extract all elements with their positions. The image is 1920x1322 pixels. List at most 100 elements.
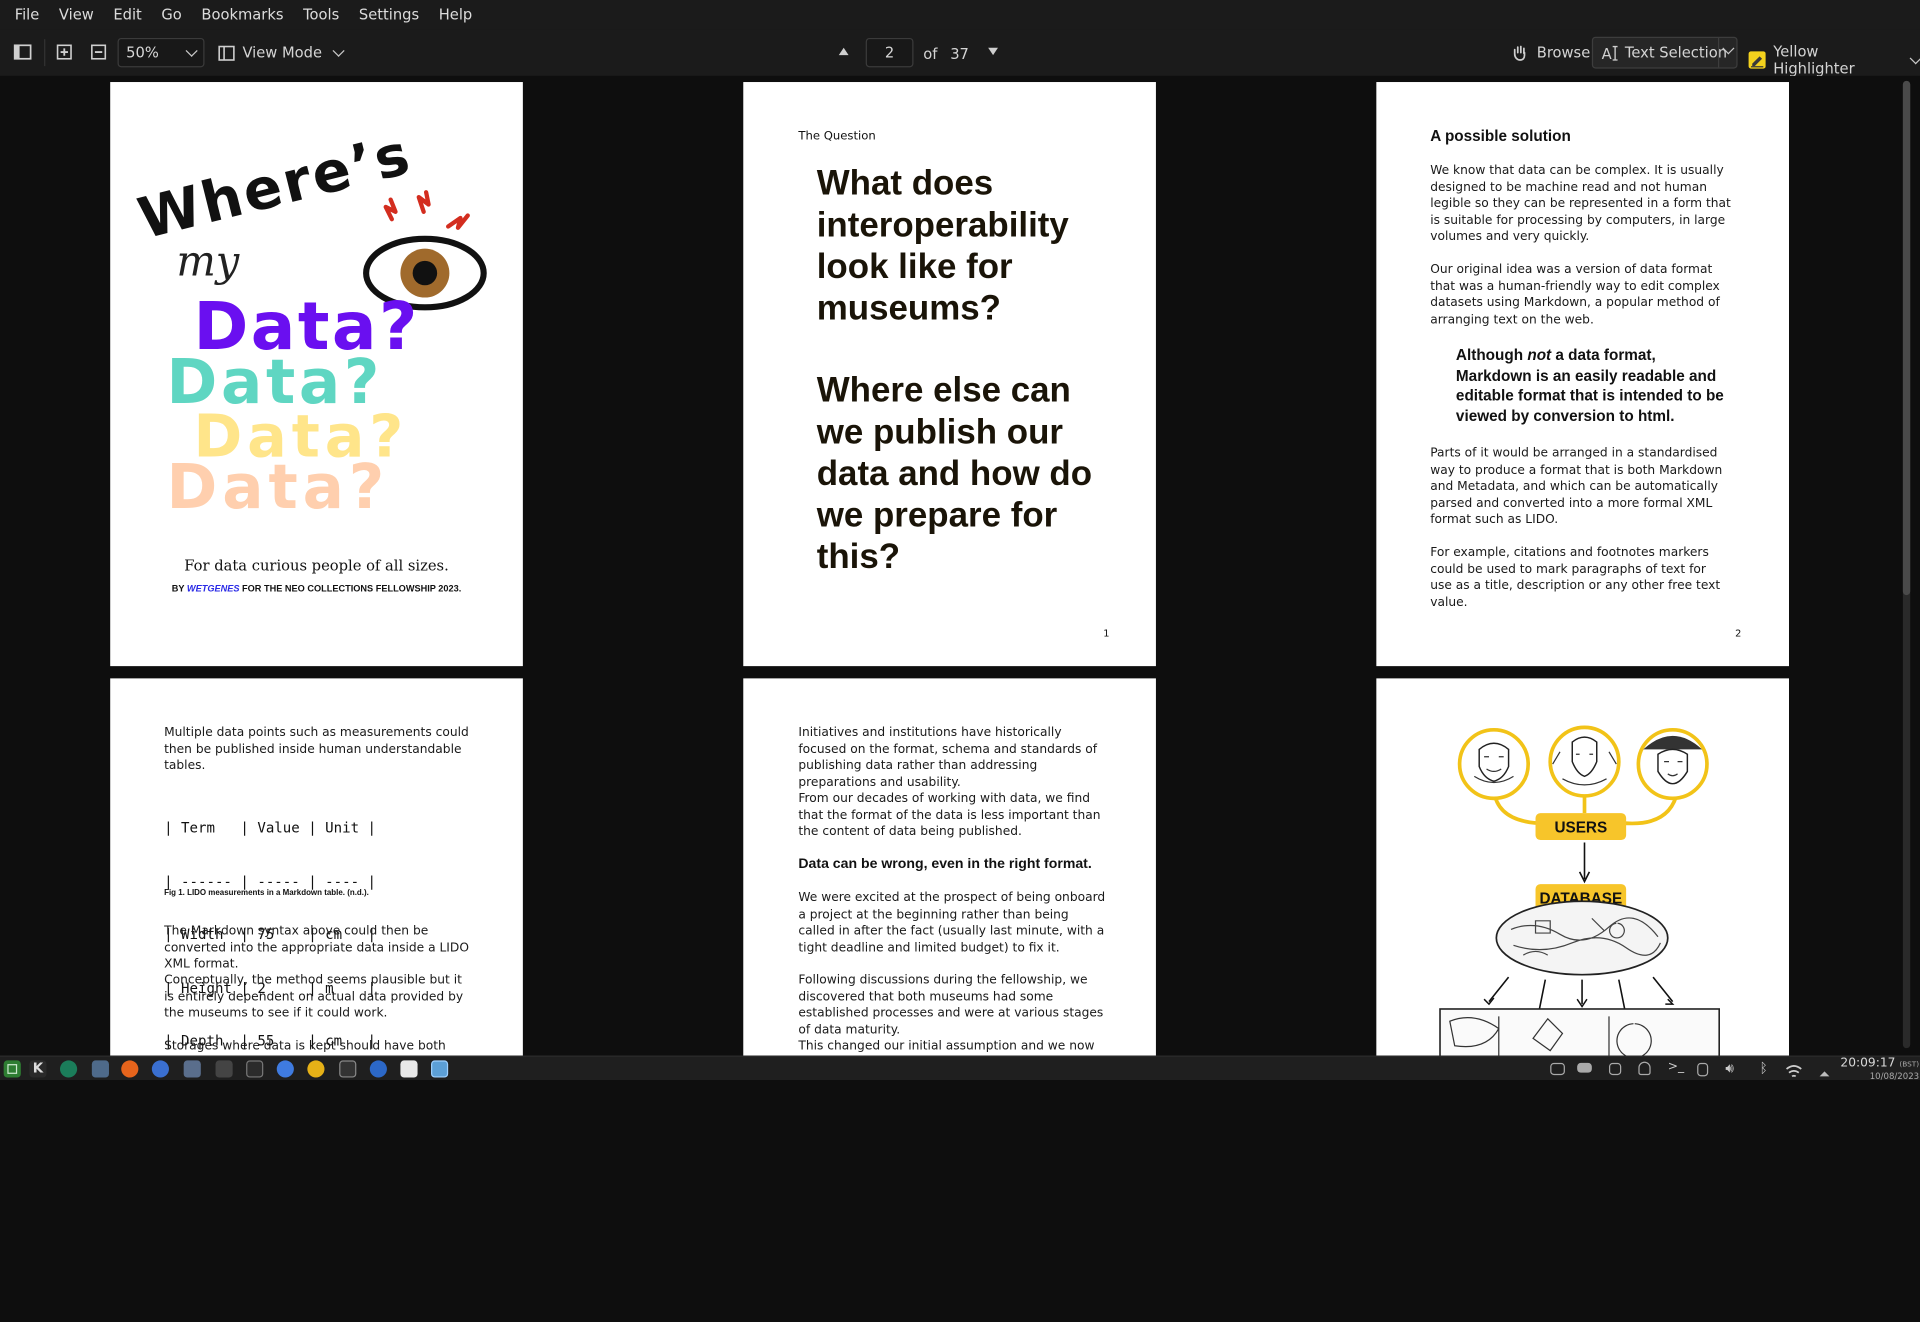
menu-tools[interactable]: Tools: [293, 6, 349, 23]
menu-settings[interactable]: Settings: [349, 6, 429, 23]
users-database-diagram: USERS DATABASE: [1439, 725, 1720, 1056]
bluetooth-icon[interactable]: ᛒ: [1760, 1060, 1772, 1077]
arrowheads: [1483, 997, 1675, 1008]
pull-quote-part: Although: [1455, 346, 1528, 364]
surprise-marks: [383, 190, 470, 230]
menu-bar: File View Edit Go Bookmarks Tools Settin…: [0, 0, 1920, 30]
view-mode-icon: [218, 45, 235, 61]
paragraph: Multiple data points such as measurement…: [164, 726, 469, 773]
arrow-down-icon: [1578, 842, 1591, 884]
paragraph: From our decades of working with data, w…: [798, 792, 1101, 839]
svg-text:A: A: [1602, 45, 1612, 60]
zoom-out-button[interactable]: [91, 44, 107, 60]
chevron-down-icon: [332, 44, 345, 57]
toolbar: 50% View Mode 2 of 37 Browse A Text Sele…: [0, 29, 1920, 77]
app-icon[interactable]: [246, 1060, 264, 1078]
menu-help[interactable]: Help: [429, 6, 482, 23]
document-viewer[interactable]: Where’s my Data? Data? Data? Data? For d…: [0, 75, 1920, 1056]
sidebar-panel-icon: [13, 44, 32, 60]
zoom-select[interactable]: 50%: [117, 37, 205, 68]
volume-icon[interactable]: 🔊︎: [1725, 1060, 1742, 1077]
pull-quote: Although not a data format, Markdown is …: [1456, 345, 1728, 426]
cover-artwork: Where’s my Data? Data? Data? Data?: [132, 122, 487, 523]
chat-icon[interactable]: [276, 1060, 294, 1078]
paragraph: Following discussions during the fellows…: [798, 973, 1104, 1037]
view-mode-button[interactable]: View Mode: [218, 44, 345, 61]
chevron-down-icon: [185, 44, 198, 57]
menu-bookmarks[interactable]: Bookmarks: [192, 6, 294, 23]
zoom-out-icon: [91, 44, 107, 60]
user-portrait: [1636, 727, 1709, 801]
database-illustration: [1495, 900, 1669, 976]
clipboard-icon[interactable]: [1550, 1062, 1565, 1076]
paragraph: Our original idea was a version of data …: [1430, 263, 1720, 327]
question-publish: Where else can we publish our data and h…: [816, 371, 1093, 577]
terminal-icon[interactable]: [339, 1060, 357, 1078]
menu-view[interactable]: View: [49, 6, 103, 23]
tray-icon[interactable]: [1608, 1062, 1622, 1076]
page-number: 2: [1735, 628, 1742, 640]
browse-tool-button[interactable]: Browse: [1511, 44, 1590, 61]
display-icon[interactable]: [1577, 1062, 1592, 1073]
section-label: The Question: [798, 129, 876, 144]
wifi-icon[interactable]: [1785, 1060, 1802, 1078]
paragraph: We were excited at the prospect of being…: [798, 891, 1106, 955]
paragraph: Conceptually, the method seems plausible…: [164, 973, 464, 1021]
document-icon[interactable]: [400, 1060, 418, 1078]
cover-title-where: Where’s: [132, 122, 418, 252]
table-line: | ------ | ----- | ---- |: [164, 872, 377, 890]
scrollbar-thumb[interactable]: [1902, 80, 1911, 596]
zoom-in-button[interactable]: [56, 44, 72, 60]
menu-file[interactable]: File: [5, 6, 49, 23]
app-icon[interactable]: [307, 1060, 325, 1078]
menu-edit[interactable]: Edit: [104, 6, 152, 23]
kde-icon[interactable]: K: [29, 1060, 47, 1078]
paragraph: Parts of it would be arranged in a stand…: [1430, 446, 1723, 527]
security-icon[interactable]: [1638, 1061, 1651, 1076]
page-cover: Where’s my Data? Data? Data? Data? For d…: [110, 82, 523, 667]
triangle-up-icon: [838, 47, 849, 56]
text-selection-tool-button[interactable]: A Text Selection: [1591, 36, 1738, 69]
app-icon[interactable]: [183, 1060, 201, 1078]
section-heading: Data can be wrong, even in the right for…: [798, 857, 1092, 872]
menu-go[interactable]: Go: [152, 6, 192, 23]
page-data-can-be-wrong: Initiatives and institutions have histor…: [743, 678, 1156, 1056]
page-possible-solution: A possible solution We know that data ca…: [1376, 82, 1789, 667]
files-icon[interactable]: [91, 1060, 109, 1078]
previous-page-button[interactable]: [838, 45, 850, 57]
battery-icon[interactable]: [1697, 1062, 1709, 1077]
app-icon[interactable]: [60, 1060, 78, 1078]
text-selection-label: Text Selection: [1624, 44, 1728, 62]
split-divider: [1717, 37, 1720, 68]
console-icon[interactable]: >_: [1668, 1060, 1685, 1077]
browse-label: Browse: [1536, 44, 1591, 62]
paragraph: Storages where data is kept should have …: [164, 1039, 446, 1054]
next-page-button[interactable]: [987, 45, 999, 57]
highlighter-label: Yellow Highlighter: [1773, 42, 1855, 78]
storage-shelves: [1439, 1008, 1720, 1056]
app-launcher-icon[interactable]: [3, 1060, 21, 1078]
chevron-up-icon[interactable]: [1817, 1062, 1832, 1079]
paragraph: This changed our initial assumption and …: [798, 1039, 1095, 1054]
paragraph: Initiatives and institutions have histor…: [798, 726, 1098, 790]
clock[interactable]: 20:09:17 (BST) 10/08/2023: [1840, 1056, 1919, 1081]
page-number: 1: [1103, 628, 1110, 640]
cover-data-peach: Data?: [167, 452, 390, 523]
app-icon[interactable]: [215, 1060, 233, 1078]
vertical-scrollbar[interactable]: [1902, 80, 1911, 1049]
zoom-in-icon: [56, 44, 72, 60]
figure-caption: Fig 1. LIDO measurements in a Markdown t…: [164, 888, 369, 898]
document-viewer-icon[interactable]: [431, 1060, 449, 1078]
browser-icon[interactable]: [151, 1060, 169, 1078]
credit-author: WETGENES: [186, 582, 240, 594]
paragraph: We know that data can be complex. It is …: [1430, 164, 1731, 244]
page-markdown-table: Multiple data points such as measurement…: [110, 678, 523, 1056]
sidebar-toggle-button[interactable]: [13, 44, 32, 60]
app-icon[interactable]: [369, 1060, 387, 1078]
yellow-highlighter-button[interactable]: Yellow Highlighter: [1747, 43, 1920, 77]
page-number-input[interactable]: 2: [865, 37, 914, 68]
firefox-icon[interactable]: [121, 1060, 139, 1078]
page-diagram: USERS DATABASE: [1376, 678, 1789, 1056]
hand-icon: [1513, 45, 1526, 61]
clock-time: 20:09:17: [1840, 1056, 1896, 1071]
